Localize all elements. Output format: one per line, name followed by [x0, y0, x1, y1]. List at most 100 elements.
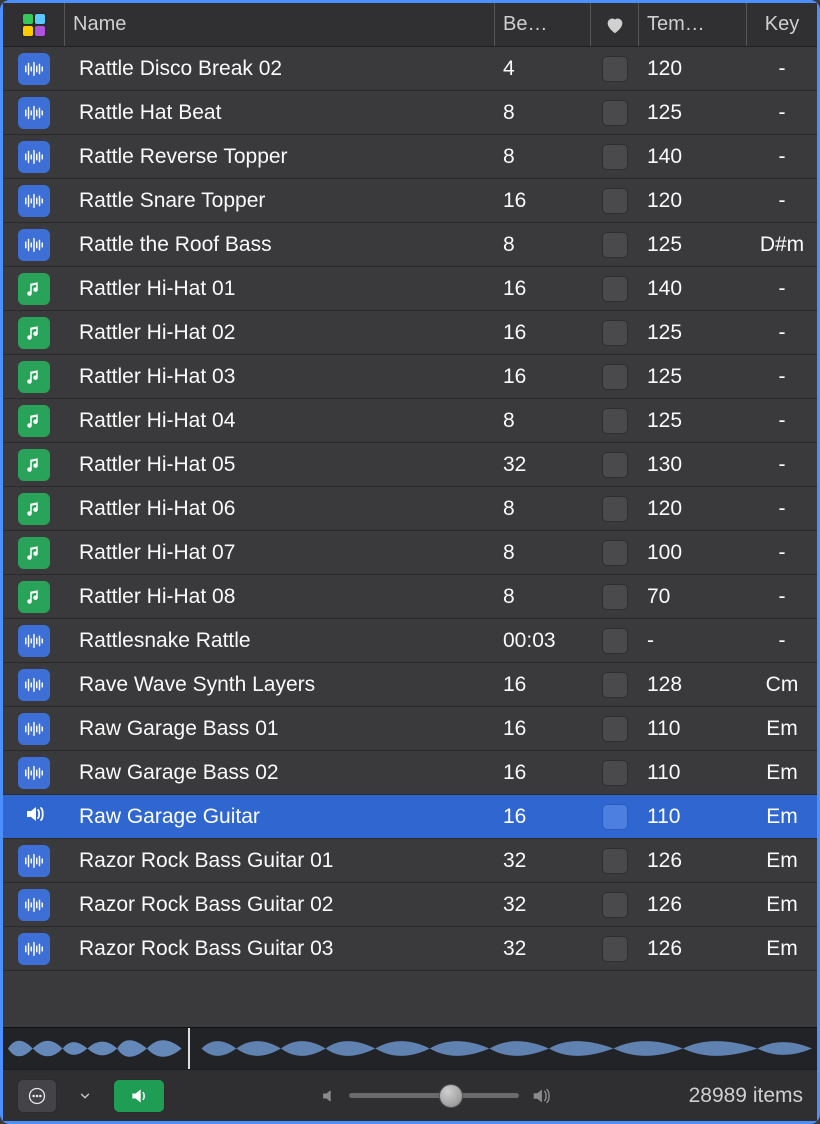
row-favorite-cell	[591, 443, 639, 486]
favorite-checkbox[interactable]	[602, 760, 628, 786]
table-row[interactable]: Rattler Hi-Hat 0116140-	[3, 267, 817, 311]
loop-name: Rattler Hi-Hat 03	[73, 365, 235, 389]
row-favorite-cell	[591, 223, 639, 266]
favorite-checkbox[interactable]	[602, 56, 628, 82]
table-row[interactable]: Rattler Hi-Hat 0532130-	[3, 443, 817, 487]
table-row[interactable]: Razor Rock Bass Guitar 0332126Em	[3, 927, 817, 971]
loop-beats: 16	[503, 717, 526, 741]
row-favorite-cell	[591, 619, 639, 662]
row-tempo-cell: -	[639, 619, 747, 662]
favorite-checkbox[interactable]	[602, 804, 628, 830]
table-row[interactable]: Razor Rock Bass Guitar 0132126Em	[3, 839, 817, 883]
column-header-tempo[interactable]: Tem…	[639, 3, 747, 46]
row-favorite-cell	[591, 751, 639, 794]
favorite-checkbox[interactable]	[602, 892, 628, 918]
loop-tempo: 125	[647, 233, 682, 257]
loop-key: -	[779, 145, 786, 169]
volume-slider[interactable]	[349, 1093, 519, 1098]
loop-beats: 16	[503, 761, 526, 785]
column-header-name[interactable]: Name	[65, 3, 495, 46]
table-row[interactable]: Rattle Disco Break 024120-	[3, 47, 817, 91]
column-header-key[interactable]: Key	[747, 3, 817, 46]
row-tempo-cell: 110	[639, 795, 747, 838]
midi-loop-icon	[18, 493, 50, 525]
favorite-checkbox[interactable]	[602, 584, 628, 610]
table-row[interactable]: Raw Garage Guitar16110Em	[3, 795, 817, 839]
table-row[interactable]: Rattle Reverse Topper8140-	[3, 135, 817, 179]
audio-loop-icon	[18, 757, 50, 789]
row-tempo-cell: 140	[639, 135, 747, 178]
table-row[interactable]: Rattler Hi-Hat 0216125-	[3, 311, 817, 355]
midi-loop-icon	[18, 317, 50, 349]
loop-beats: 16	[503, 365, 526, 389]
row-favorite-cell	[591, 707, 639, 750]
table-row[interactable]: Rattle Snare Topper16120-	[3, 179, 817, 223]
favorite-checkbox[interactable]	[602, 232, 628, 258]
loop-list[interactable]: Rattle Disco Break 024120-Rattle Hat Bea…	[3, 47, 817, 1027]
favorite-checkbox[interactable]	[602, 188, 628, 214]
row-beats-cell: 16	[495, 751, 591, 794]
table-row[interactable]: Raw Garage Bass 0216110Em	[3, 751, 817, 795]
preview-play-toggle[interactable]	[113, 1079, 165, 1113]
row-icon-cell	[3, 531, 65, 574]
table-row[interactable]: Rattler Hi-Hat 068120-	[3, 487, 817, 531]
table-row[interactable]: Raw Garage Bass 0116110Em	[3, 707, 817, 751]
waveform-preview[interactable]	[3, 1027, 817, 1069]
row-beats-cell: 16	[495, 795, 591, 838]
row-favorite-cell	[591, 311, 639, 354]
more-options-button[interactable]	[17, 1079, 57, 1113]
row-name-cell: Rattler Hi-Hat 08	[65, 575, 495, 618]
favorite-checkbox[interactable]	[602, 100, 628, 126]
row-icon-cell	[3, 267, 65, 310]
favorite-checkbox[interactable]	[602, 408, 628, 434]
row-tempo-cell: 125	[639, 311, 747, 354]
loop-tempo: 125	[647, 365, 682, 389]
table-row[interactable]: Rattler Hi-Hat 0316125-	[3, 355, 817, 399]
midi-loop-icon	[18, 581, 50, 613]
favorite-checkbox[interactable]	[602, 716, 628, 742]
app-menu-button[interactable]	[3, 3, 65, 46]
loop-beats: 32	[503, 937, 526, 961]
favorite-checkbox[interactable]	[602, 320, 628, 346]
table-row[interactable]: Rattler Hi-Hat 048125-	[3, 399, 817, 443]
audio-loop-icon	[18, 185, 50, 217]
favorite-checkbox[interactable]	[602, 848, 628, 874]
row-icon-cell	[3, 399, 65, 442]
chevron-down-icon	[78, 1089, 92, 1103]
more-options-dropdown[interactable]	[71, 1079, 99, 1113]
row-favorite-cell	[591, 839, 639, 882]
volume-thumb[interactable]	[439, 1084, 463, 1108]
loop-tempo: 110	[647, 717, 680, 741]
audio-loop-icon	[18, 889, 50, 921]
favorite-checkbox[interactable]	[602, 364, 628, 390]
table-row[interactable]: Rattler Hi-Hat 08870-	[3, 575, 817, 619]
row-beats-cell: 32	[495, 883, 591, 926]
loop-beats: 8	[503, 541, 515, 565]
loop-key: -	[779, 629, 786, 653]
favorite-checkbox[interactable]	[602, 452, 628, 478]
favorite-checkbox[interactable]	[602, 936, 628, 962]
row-favorite-cell	[591, 663, 639, 706]
loop-name: Raw Garage Bass 01	[73, 717, 279, 741]
table-row[interactable]: Razor Rock Bass Guitar 0232126Em	[3, 883, 817, 927]
table-row[interactable]: Rave Wave Synth Layers16128Cm	[3, 663, 817, 707]
row-key-cell: -	[747, 443, 817, 486]
playing-icon	[22, 802, 46, 832]
favorite-checkbox[interactable]	[602, 144, 628, 170]
playhead[interactable]	[188, 1028, 190, 1069]
column-header-beats[interactable]: Be…	[495, 3, 591, 46]
favorite-checkbox[interactable]	[602, 540, 628, 566]
favorite-checkbox[interactable]	[602, 672, 628, 698]
table-row[interactable]: Rattler Hi-Hat 078100-	[3, 531, 817, 575]
table-row[interactable]: Rattle Hat Beat8125-	[3, 91, 817, 135]
column-header-favorite[interactable]	[591, 3, 639, 46]
table-row[interactable]: Rattle the Roof Bass8125D#m	[3, 223, 817, 267]
favorite-checkbox[interactable]	[602, 496, 628, 522]
loop-beats: 8	[503, 409, 515, 433]
row-beats-cell: 32	[495, 927, 591, 970]
favorite-checkbox[interactable]	[602, 276, 628, 302]
row-name-cell: Rattler Hi-Hat 07	[65, 531, 495, 574]
row-key-cell: -	[747, 531, 817, 574]
table-row[interactable]: Rattlesnake Rattle00:03--	[3, 619, 817, 663]
favorite-checkbox[interactable]	[602, 628, 628, 654]
